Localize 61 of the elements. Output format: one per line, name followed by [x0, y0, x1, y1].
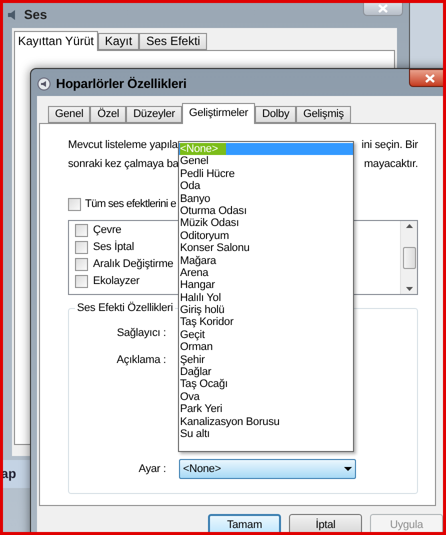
dropdown-option[interactable]: Geçit	[179, 328, 353, 342]
dropdown-option[interactable]: Genel	[179, 155, 353, 168]
effect-label[interactable]: Ekolayzer	[93, 273, 140, 290]
dropdown-option[interactable]: Ova	[179, 390, 353, 404]
provider-label: Sağlayıcı :	[116, 326, 166, 341]
tab[interactable]: Dolby	[255, 106, 296, 123]
dropdown-option[interactable]: Kanalizasyon Borusu	[179, 416, 353, 428]
description-label: Açıklama :	[116, 353, 166, 368]
dropdown-option[interactable]: Pedli Hücre	[179, 168, 353, 180]
window-title: Ses	[24, 6, 48, 24]
tab[interactable]: Ses Efekti	[139, 33, 208, 50]
checkbox[interactable]	[75, 241, 88, 254]
dropdown-option[interactable]: Hangar	[179, 279, 353, 292]
dropdown-option[interactable]: Su altı	[179, 428, 353, 440]
dropdown-option[interactable]: Banyo	[179, 192, 353, 205]
dropdown-option[interactable]: Taş Ocağı	[179, 378, 353, 391]
checkbox[interactable]	[68, 198, 81, 210]
close-icon	[378, 4, 388, 12]
tab[interactable]: Genel	[48, 106, 90, 123]
window-title: Hoparlörler Özellikleri	[56, 75, 187, 93]
dropdown-option[interactable]: Oturma Odası	[179, 204, 353, 218]
effect-label[interactable]: Aralık Değiştirme	[93, 256, 174, 273]
dropdown-option[interactable]: Orman	[179, 341, 353, 354]
caret-icon	[344, 467, 352, 471]
description-text: mayacaktır.	[364, 157, 418, 172]
description-text: ini seçin. Bir	[362, 138, 418, 153]
dropdown-option[interactable]: Müzik Odası	[179, 217, 353, 230]
dropdown-option[interactable]: Oditoryum	[179, 230, 353, 242]
dropdown-option[interactable]: Taş Koridor	[179, 316, 353, 329]
tab[interactable]: Özel	[90, 106, 126, 123]
dropdown-option[interactable]: Halılı Yol	[179, 292, 353, 304]
checkbox-label: Tüm ses efektlerini e	[85, 196, 176, 212]
dropdown-option[interactable]: Park Yeri	[179, 403, 353, 416]
dropdown-option[interactable]: Giriş holü	[179, 304, 353, 316]
checkbox[interactable]	[75, 258, 88, 271]
description-text: sonraki kez çalmaya ba	[68, 157, 179, 172]
checkbox[interactable]	[75, 275, 88, 288]
tab[interactable]: Gelişmiş	[296, 106, 351, 123]
dropdown-option[interactable]: Oda	[179, 180, 353, 193]
scroll-down-icon[interactable]	[406, 287, 412, 291]
speaker-icon	[37, 76, 51, 91]
setting-dropdown[interactable]: <None>	[179, 459, 356, 479]
effect-label[interactable]: Çevre	[93, 222, 122, 239]
tab[interactable]: Kayıttan Yürüt	[14, 31, 98, 51]
scrollbar[interactable]	[400, 221, 417, 294]
dropdown-option[interactable]: Mağara	[179, 254, 353, 267]
checkbox[interactable]	[75, 224, 88, 237]
close-icon	[425, 74, 435, 82]
description-text: Mevcut listeleme yapıla	[68, 138, 178, 153]
dropdown-option[interactable]: Dağlar	[179, 366, 353, 378]
dropdown-option[interactable]: Konser Salonu	[179, 242, 353, 255]
dropdown-option[interactable]: Şehir	[179, 354, 353, 366]
close-button[interactable]	[409, 69, 446, 87]
scrollbar-thumb[interactable]	[402, 246, 416, 268]
tab[interactable]: Geliştirmeler	[182, 103, 256, 124]
setting-label: Ayar :	[138, 462, 166, 477]
tab[interactable]: Düzeyler	[126, 106, 182, 123]
dropdown-option[interactable]: Arena	[179, 266, 353, 280]
scroll-up-icon[interactable]	[406, 224, 412, 228]
tab[interactable]: Kayıt	[98, 33, 140, 50]
effect-label[interactable]: Ses İptal	[93, 239, 134, 256]
